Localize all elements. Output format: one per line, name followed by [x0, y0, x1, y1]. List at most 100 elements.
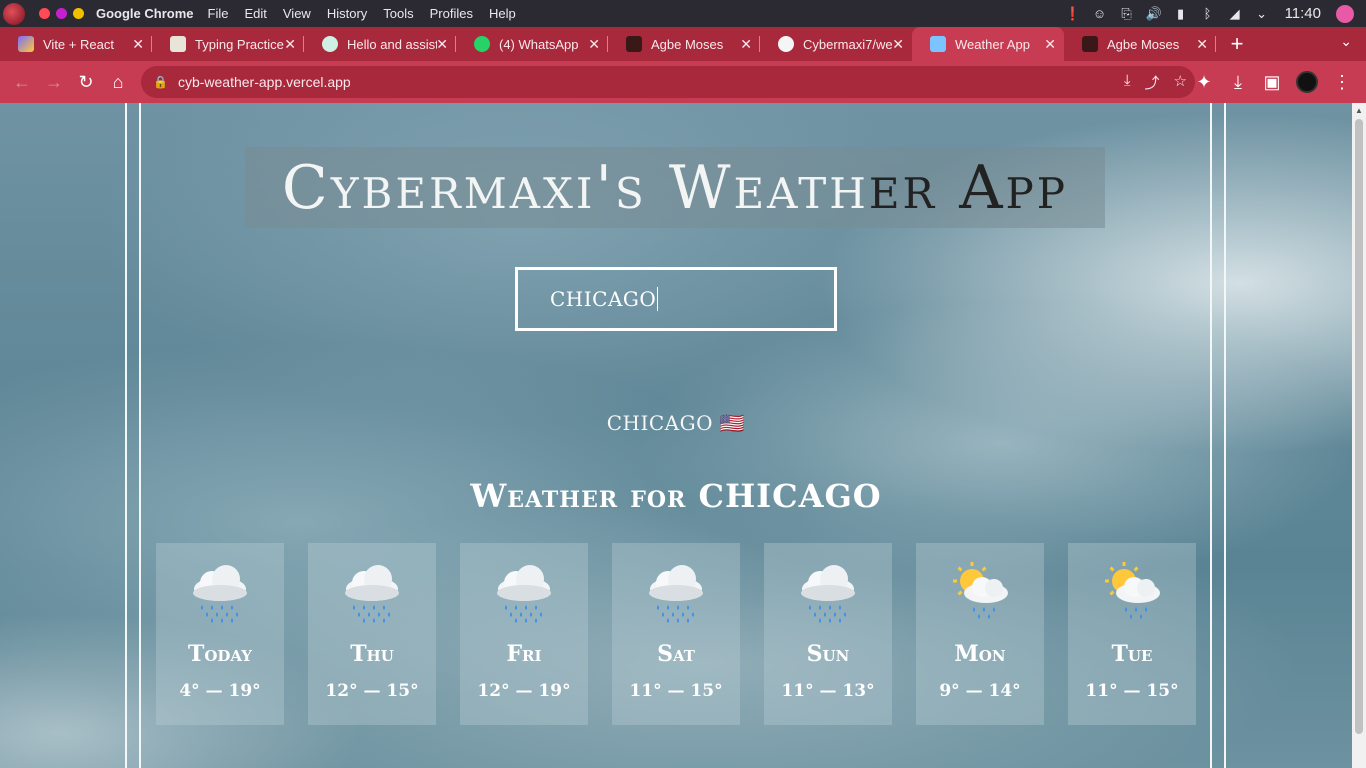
omnibox-actions: ⤓ ⤴ ☆ — [1124, 72, 1187, 93]
weather-app-page: Cybermaxi's Weath er App CHICAGO CHICAGO … — [0, 103, 1352, 768]
forecast-card-sat: Sat 11° — 15° — [612, 543, 740, 725]
weather-icon — [930, 36, 946, 52]
tab-agbe-moses-2[interactable]: Agbe Moses ✕ — [1064, 27, 1216, 61]
forecast-temps: 11° — 15° — [629, 681, 723, 701]
close-tab-icon[interactable]: ✕ — [588, 36, 600, 53]
bluetooth-icon[interactable]: ᛒ — [1200, 6, 1216, 22]
tab-weather-app[interactable]: Weather App ✕ — [912, 27, 1064, 61]
forward-button[interactable]: → — [38, 66, 70, 98]
downloads-icon[interactable]: ⤓ — [1222, 66, 1254, 98]
extensions-icon[interactable]: ✦ — [1188, 66, 1220, 98]
menu-tools[interactable]: Tools — [375, 6, 421, 21]
city-label: CHICAGO 🇺🇸 — [606, 411, 746, 435]
tab-title: (4) WhatsApp — [499, 36, 579, 52]
share-icon[interactable]: ⤴ — [1145, 72, 1160, 93]
github-icon — [778, 36, 794, 52]
tab-vite-react[interactable]: Vite + React ✕ — [0, 27, 152, 61]
rain-cloud-icon — [644, 559, 708, 623]
avatar-icon — [1082, 36, 1098, 52]
volume-icon[interactable]: 🔊 — [1145, 6, 1161, 22]
system-menu-bar: Google Chrome File Edit View History Too… — [0, 0, 1366, 27]
os-logo-icon[interactable] — [3, 2, 25, 25]
tab-title: Agbe Moses — [651, 36, 724, 52]
close-tab-icon[interactable]: ✕ — [436, 36, 448, 53]
discord-icon[interactable]: ☺ — [1092, 6, 1108, 22]
more-menu-icon[interactable]: ⋮ — [1326, 66, 1358, 98]
vite-icon — [18, 36, 34, 52]
tab-chatgpt[interactable]: Hello and assist ✕ — [304, 27, 456, 61]
scroll-up-icon[interactable]: ▲ — [1355, 106, 1363, 115]
minimize-window-button[interactable] — [56, 8, 67, 19]
window-controls — [39, 8, 84, 19]
frame-line-right-outer — [1224, 103, 1226, 768]
tab-title: Hello and assist — [347, 36, 437, 52]
forecast-temps: 4° — 19° — [179, 681, 261, 701]
weather-heading: Weather for CHICAGO — [470, 477, 882, 515]
menu-file[interactable]: File — [200, 6, 237, 21]
forecast-temps: 11° — 13° — [781, 681, 875, 701]
close-tab-icon[interactable]: ✕ — [132, 36, 144, 53]
system-tray: ❗ ☺ ⎘ 🔊 ▮ ᛒ ◢ ⌄ 11:40 — [1064, 0, 1366, 27]
tab-typing-practice[interactable]: Typing Practice ✕ — [152, 27, 304, 61]
tab-github[interactable]: Cybermaxi7/we ✕ — [760, 27, 912, 61]
forecast-day: Sun — [806, 641, 850, 667]
close-tab-icon[interactable]: ✕ — [1196, 36, 1208, 53]
reload-button[interactable]: ↻ — [70, 66, 102, 98]
close-tab-icon[interactable]: ✕ — [740, 36, 752, 53]
chevron-down-icon[interactable]: ⌄ — [1254, 6, 1270, 22]
close-window-button[interactable] — [39, 8, 50, 19]
tab-search-chevron-icon[interactable]: ⌄ — [1340, 33, 1352, 50]
menu-profiles[interactable]: Profiles — [422, 6, 481, 21]
menu-edit[interactable]: Edit — [236, 6, 274, 21]
tab-title: Agbe Moses — [1107, 36, 1180, 52]
rain-cloud-icon — [492, 559, 556, 623]
battery-icon[interactable]: ▮ — [1173, 6, 1189, 22]
search-value: CHICAGO — [550, 287, 657, 311]
tab-agbe-moses[interactable]: Agbe Moses ✕ — [608, 27, 760, 61]
tab-whatsapp[interactable]: (4) WhatsApp ✕ — [456, 27, 608, 61]
menu-help[interactable]: Help — [481, 6, 524, 21]
forecast-list: Today 4° — 19° Thu 12° — 15° Fri 12° — 1… — [156, 543, 1196, 725]
back-button[interactable]: ← — [6, 66, 38, 98]
close-tab-icon[interactable]: ✕ — [1044, 36, 1056, 53]
user-avatar[interactable] — [1336, 4, 1354, 23]
toolbar-actions: ✦ ⤓ ▣ ⋮ — [1188, 66, 1358, 98]
city-search-input[interactable]: CHICAGO — [515, 267, 837, 331]
forecast-day: Mon — [954, 641, 1006, 667]
install-app-icon[interactable]: ⤓ — [1124, 72, 1131, 93]
app-menu: File Edit View History Tools Profiles He… — [200, 6, 524, 21]
close-tab-icon[interactable]: ✕ — [284, 36, 296, 53]
frame-line-right-inner — [1210, 103, 1212, 768]
home-button[interactable]: ⌂ — [102, 66, 134, 98]
forecast-temps: 11° — 15° — [1085, 681, 1179, 701]
forecast-temps: 12° — 15° — [325, 681, 419, 701]
menu-view[interactable]: View — [275, 6, 319, 21]
wifi-icon[interactable]: ◢ — [1227, 6, 1243, 22]
maximize-window-button[interactable] — [73, 8, 84, 19]
avatar-icon — [626, 36, 642, 52]
address-bar[interactable]: 🔒 cyb-weather-app.vercel.app ⤓ ⤴ ☆ — [141, 66, 1195, 98]
forecast-day: Thu — [350, 641, 394, 667]
clipboard-icon[interactable]: ⎘ — [1119, 6, 1135, 22]
sun-rain-cloud-icon — [948, 559, 1012, 623]
new-tab-button[interactable]: + — [1222, 29, 1252, 59]
profile-avatar[interactable] — [1296, 71, 1318, 93]
clock[interactable]: 11:40 — [1285, 5, 1321, 22]
forecast-day: Tue — [1111, 641, 1153, 667]
tab-title: Typing Practice — [195, 36, 284, 52]
page-scrollbar[interactable]: ▲ — [1352, 103, 1366, 768]
text-caret — [657, 287, 659, 311]
side-panel-icon[interactable]: ▣ — [1256, 66, 1288, 98]
scrollbar-thumb[interactable] — [1355, 119, 1363, 734]
close-tab-icon[interactable]: ✕ — [892, 36, 904, 53]
lock-icon[interactable]: 🔒 — [153, 75, 168, 89]
forecast-day: Today — [187, 641, 253, 667]
menu-history[interactable]: History — [319, 6, 375, 21]
url-text[interactable]: cyb-weather-app.vercel.app — [178, 74, 351, 90]
forecast-card-today: Today 4° — 19° — [156, 543, 284, 725]
tab-title: Cybermaxi7/we — [803, 36, 893, 52]
app-title-text-dark: er App — [868, 152, 1069, 223]
forecast-temps: 9° — 14° — [939, 681, 1021, 701]
bookmark-star-icon[interactable]: ☆ — [1174, 72, 1187, 93]
notification-icon[interactable]: ❗ — [1064, 6, 1080, 22]
